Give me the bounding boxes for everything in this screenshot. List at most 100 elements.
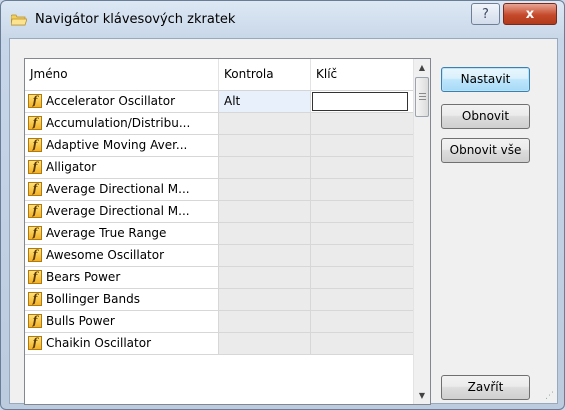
row-key-cell[interactable] bbox=[311, 223, 413, 244]
indicator-name: Average Directional M... bbox=[46, 204, 190, 218]
row-control-cell[interactable] bbox=[219, 245, 311, 266]
table-row[interactable]: f Adaptive Moving Aver... bbox=[25, 135, 413, 157]
table-row[interactable]: f Alligator bbox=[25, 157, 413, 179]
row-name-cell[interactable]: f Bollinger Bands bbox=[25, 289, 219, 310]
row-control-cell[interactable] bbox=[219, 333, 311, 354]
help-button[interactable]: ? bbox=[471, 3, 500, 25]
folder-icon bbox=[11, 14, 27, 26]
function-icon: f bbox=[28, 270, 42, 284]
row-name-cell[interactable]: f Average Directional M... bbox=[25, 201, 219, 222]
resize-grip-icon[interactable]: ⋰ bbox=[545, 391, 555, 401]
row-key-cell[interactable] bbox=[311, 201, 413, 222]
scroll-up-icon[interactable]: ▲ bbox=[414, 59, 430, 76]
table-row[interactable]: f Average Directional M... bbox=[25, 201, 413, 223]
indicator-name: Accelerator Oscillator bbox=[46, 94, 176, 108]
table-row[interactable]: f Awesome Oscillator bbox=[25, 245, 413, 267]
row-key-cell[interactable] bbox=[311, 91, 413, 112]
row-name-cell[interactable]: f Average Directional M... bbox=[25, 179, 219, 200]
function-icon: f bbox=[28, 314, 42, 328]
indicator-name: Bulls Power bbox=[46, 314, 115, 328]
title-bar[interactable]: Navigátor klávesových zkratek ? x bbox=[1, 1, 564, 37]
function-icon: f bbox=[28, 336, 42, 350]
row-key-cell[interactable] bbox=[311, 179, 413, 200]
table-row[interactable]: f Accelerator Oscillator Alt bbox=[25, 91, 413, 113]
function-icon: f bbox=[28, 94, 42, 108]
indicator-name: Alligator bbox=[46, 160, 97, 174]
grip-line bbox=[419, 99, 426, 100]
column-header-name[interactable]: Jméno bbox=[25, 59, 219, 90]
row-control-cell[interactable] bbox=[219, 179, 311, 200]
row-name-cell[interactable]: f Accumulation/Distribu... bbox=[25, 113, 219, 134]
row-control-cell[interactable]: Alt bbox=[219, 91, 311, 112]
row-name-cell[interactable]: f Accelerator Oscillator bbox=[25, 91, 219, 112]
table-body: f Accelerator Oscillator Alt f Accumulation/… bbox=[25, 91, 413, 355]
row-key-cell[interactable] bbox=[311, 135, 413, 156]
function-icon: f bbox=[28, 116, 42, 130]
window-title: Navigátor klávesových zkratek bbox=[35, 12, 236, 27]
help-icon: ? bbox=[482, 6, 489, 22]
row-name-cell[interactable]: f Bulls Power bbox=[25, 311, 219, 332]
row-control-cell[interactable] bbox=[219, 135, 311, 156]
row-control-cell[interactable] bbox=[219, 223, 311, 244]
row-key-cell[interactable] bbox=[311, 289, 413, 310]
indicator-name: Bears Power bbox=[46, 270, 121, 284]
indicator-name: Accumulation/Distribu... bbox=[46, 116, 191, 130]
indicator-name: Chaikin Oscillator bbox=[46, 336, 152, 350]
function-icon: f bbox=[28, 160, 42, 174]
function-icon: f bbox=[28, 292, 42, 306]
table-row[interactable]: f Bulls Power bbox=[25, 311, 413, 333]
table-row[interactable]: f Bears Power bbox=[25, 267, 413, 289]
row-control-cell[interactable] bbox=[219, 289, 311, 310]
row-name-cell[interactable]: f Chaikin Oscillator bbox=[25, 333, 219, 354]
row-key-cell[interactable] bbox=[311, 113, 413, 134]
shortcut-table[interactable]: Jméno Kontrola Klíč f Accelerator Oscilla… bbox=[24, 58, 431, 405]
row-key-cell[interactable] bbox=[311, 267, 413, 288]
table-row[interactable]: f Bollinger Bands bbox=[25, 289, 413, 311]
row-key-cell[interactable] bbox=[311, 157, 413, 178]
row-control-cell[interactable] bbox=[219, 267, 311, 288]
scroll-down-icon[interactable]: ▼ bbox=[414, 387, 430, 404]
indicator-name: Adaptive Moving Aver... bbox=[46, 138, 188, 152]
table-row[interactable]: f Average True Range bbox=[25, 223, 413, 245]
table-row[interactable]: f Chaikin Oscillator bbox=[25, 333, 413, 355]
row-key-cell[interactable] bbox=[311, 333, 413, 354]
grip-line bbox=[419, 93, 426, 94]
indicator-name: Average True Range bbox=[46, 226, 167, 240]
function-icon: f bbox=[28, 226, 42, 240]
grip-line bbox=[419, 96, 426, 97]
reset-button[interactable]: Obnovit bbox=[441, 104, 530, 129]
row-key-cell[interactable] bbox=[311, 311, 413, 332]
row-name-cell[interactable]: f Bears Power bbox=[25, 267, 219, 288]
row-control-cell[interactable] bbox=[219, 311, 311, 332]
row-key-cell[interactable] bbox=[311, 245, 413, 266]
reset-all-button[interactable]: Obnovit vše bbox=[441, 138, 530, 163]
window-close-button[interactable]: x bbox=[503, 3, 557, 25]
table-header: Jméno Kontrola Klíč bbox=[25, 59, 413, 91]
table-row[interactable]: f Average Directional M... bbox=[25, 179, 413, 201]
row-control-cell[interactable] bbox=[219, 201, 311, 222]
indicator-name: Bollinger Bands bbox=[46, 292, 140, 306]
indicator-name: Awesome Oscillator bbox=[46, 248, 165, 262]
column-header-control[interactable]: Kontrola bbox=[219, 59, 311, 90]
row-control-cell[interactable] bbox=[219, 157, 311, 178]
function-icon: f bbox=[28, 138, 42, 152]
close-icon: x bbox=[525, 6, 535, 22]
function-icon: f bbox=[28, 182, 42, 196]
scroll-thumb[interactable] bbox=[415, 77, 429, 117]
key-input[interactable] bbox=[312, 92, 408, 111]
shortcut-navigator-dialog: Navigátor klávesových zkratek ? x Jméno … bbox=[0, 0, 565, 410]
row-name-cell[interactable]: f Average True Range bbox=[25, 223, 219, 244]
indicator-name: Average Directional M... bbox=[46, 182, 190, 196]
vertical-scrollbar[interactable]: ▲ ▼ bbox=[413, 59, 430, 404]
set-button[interactable]: Nastavit bbox=[441, 67, 530, 92]
row-name-cell[interactable]: f Alligator bbox=[25, 157, 219, 178]
row-name-cell[interactable]: f Adaptive Moving Aver... bbox=[25, 135, 219, 156]
row-name-cell[interactable]: f Awesome Oscillator bbox=[25, 245, 219, 266]
function-icon: f bbox=[28, 204, 42, 218]
table-row[interactable]: f Accumulation/Distribu... bbox=[25, 113, 413, 135]
dialog-client-area: Jméno Kontrola Klíč f Accelerator Oscilla… bbox=[9, 38, 558, 405]
function-icon: f bbox=[28, 248, 42, 262]
row-control-cell[interactable] bbox=[219, 113, 311, 134]
column-header-key[interactable]: Klíč bbox=[311, 59, 413, 90]
close-button[interactable]: Zavřít bbox=[441, 375, 530, 400]
